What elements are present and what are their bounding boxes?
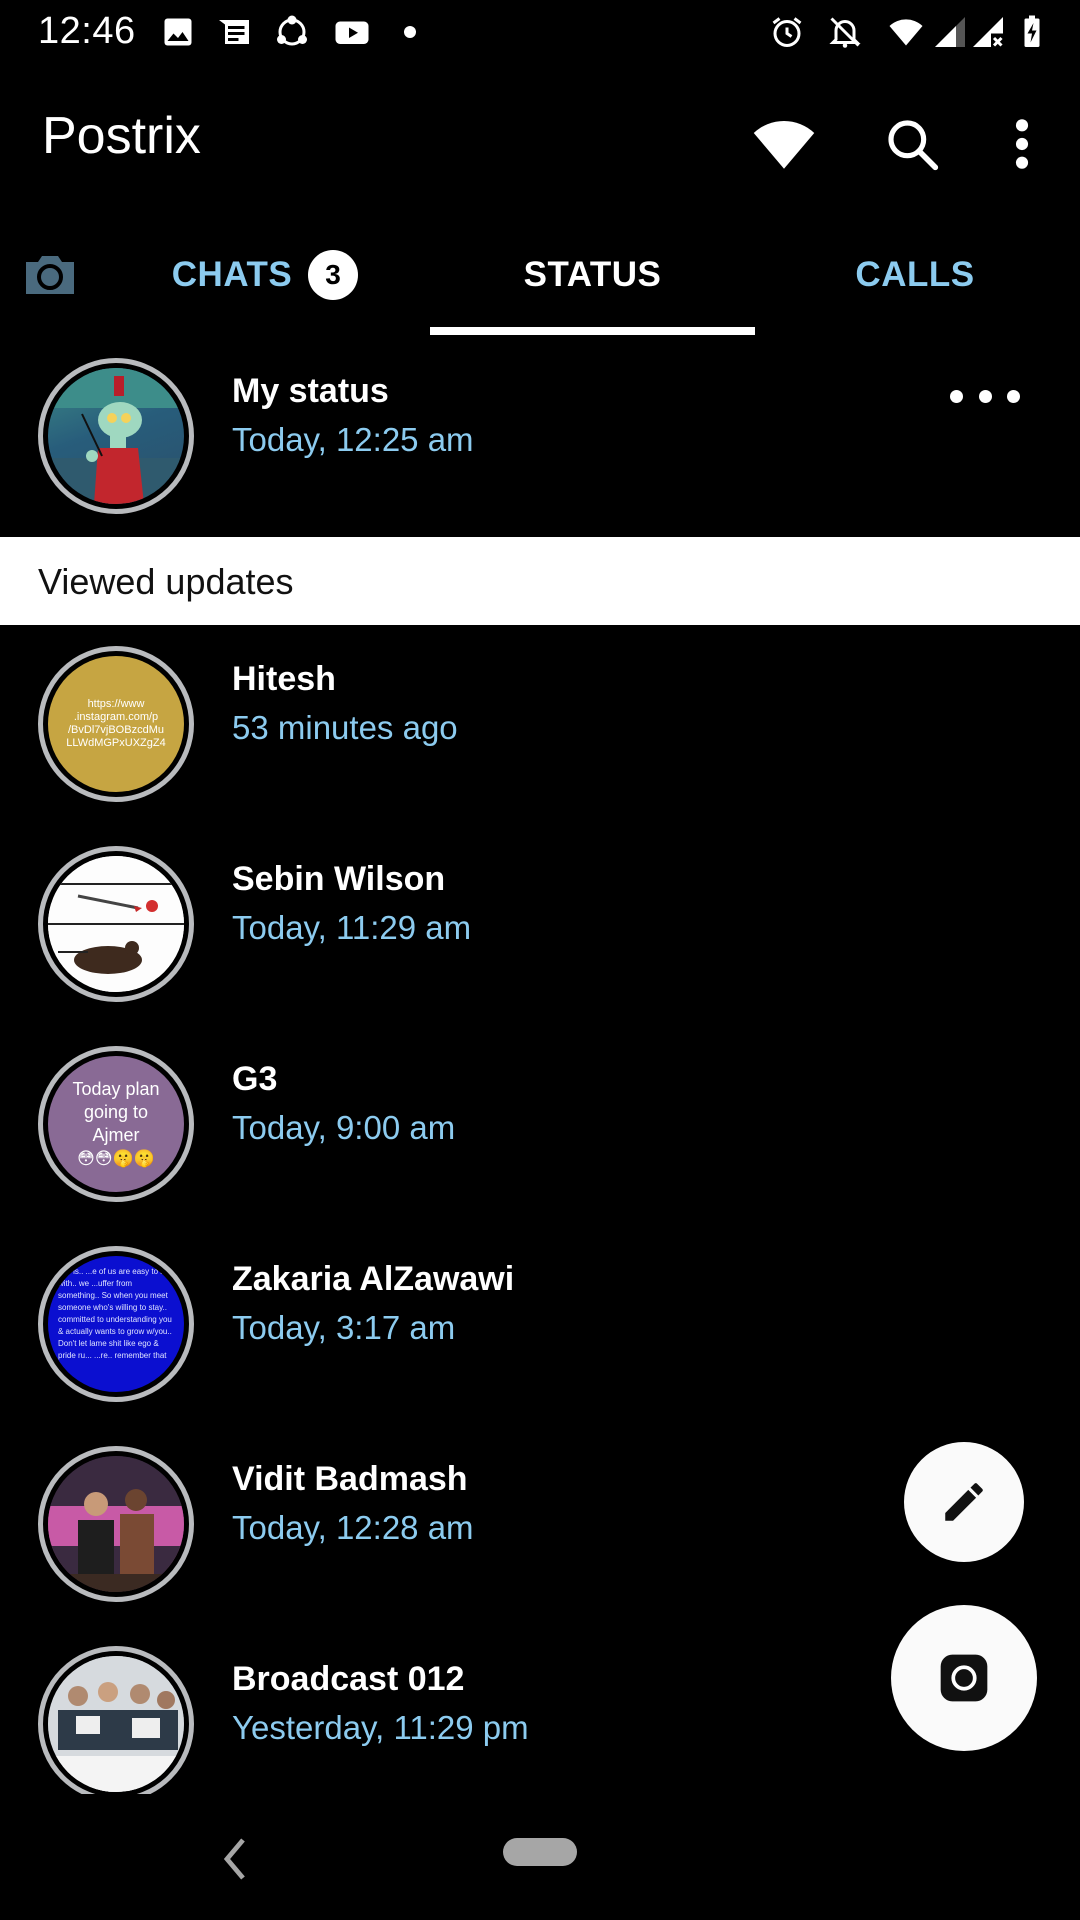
wifi-icon[interactable] [748,108,820,180]
avatar: https://www .instagram.com/p /BvDl7vjBOB… [38,646,194,802]
thumbnail-emoji: 😳😳🤫🤫 [77,1149,155,1168]
contact-name: Zakaria AlZawawi [232,1260,515,1298]
status-thumbnail [48,1656,184,1792]
contact-name: Vidit Badmash [232,1460,468,1498]
shareit-icon [274,14,310,50]
avatar: ...ty is.. ...e of us are easy to be wit… [38,1246,194,1402]
signal-icon [932,14,968,50]
wifi-icon [884,14,928,50]
contact-name: Hitesh [232,660,336,698]
camera-icon [940,1654,988,1702]
status-time: Today, 12:28 am [232,1509,474,1546]
unread-badge: 3 [308,250,359,300]
section-title: Viewed updates [38,561,294,602]
status-bar: 12:46 [0,0,1080,64]
signal-no-sim-icon [970,14,1006,50]
status-time: Today, 3:17 am [232,1309,456,1346]
avatar [38,1446,194,1602]
thumbnail-text: ...ty is.. ...e of us are easy to be wit… [58,1267,172,1360]
tab-chats-label: CHATS [171,255,293,294]
status-time: Today, 9:00 am [232,1109,456,1146]
app-title: Postrix [42,107,201,165]
status-time: Today, 11:29 am [232,909,472,946]
search-icon[interactable] [876,108,948,180]
messages-icon [216,14,252,50]
status-thumbnail: Today plan going to Ajmer 😳😳🤫🤫 [48,1056,184,1192]
alarm-icon [769,14,805,50]
more-horiz-icon[interactable] [950,376,1020,416]
status-thumbnail: ...ty is.. ...e of us are easy to be wit… [48,1256,184,1392]
my-status-time: Today, 12:25 am [232,421,474,458]
back-icon[interactable] [215,1834,255,1884]
status-thumbnail: https://www .instagram.com/p /BvDl7vjBOB… [48,656,184,792]
app-bar: Postrix [0,64,1080,214]
avatar [38,846,194,1002]
contact-name: Sebin Wilson [232,860,446,898]
navigation-bar [0,1794,1080,1920]
status-row[interactable]: ...ty is.. ...e of us are easy to be wit… [0,1206,1080,1406]
home-pill-icon[interactable] [503,1838,577,1866]
thumbnail-text: https://www .instagram.com/p /BvDl7vjBOB… [66,698,166,749]
contact-name: G3 [232,1060,278,1098]
avatar [38,1646,194,1794]
pencil-icon [945,1483,983,1521]
status-time: 12:46 [38,10,136,52]
thumbnail-text: Today plan going to Ajmer [72,1079,160,1145]
more-vert-icon[interactable] [986,108,1058,180]
notifications-off-icon [827,14,863,50]
avatar [38,358,194,514]
status-row[interactable]: Today plan going to Ajmer 😳😳🤫🤫 G3 Today,… [0,1006,1080,1206]
status-thumbnail [48,1456,184,1592]
contact-name: Broadcast 012 [232,1660,465,1698]
my-status-thumbnail [48,368,184,504]
my-status-row[interactable]: My status Today, 12:25 am [0,318,1080,518]
status-time: 53 minutes ago [232,709,458,746]
camera-tab-icon[interactable] [22,250,82,300]
battery-charging-icon [1014,14,1050,50]
tab-status-label: STATUS [523,255,662,294]
tab-calls-label: CALLS [855,255,975,294]
camera-status-button[interactable] [891,1605,1037,1751]
text-status-button[interactable] [904,1442,1024,1562]
status-row[interactable]: https://www .instagram.com/p /BvDl7vjBOB… [0,606,1080,806]
gallery-icon [160,14,196,50]
my-status-name: My status [232,372,389,410]
avatar: Today plan going to Ajmer 😳😳🤫🤫 [38,1046,194,1202]
dot-icon [392,14,428,50]
youtube-icon [334,14,370,50]
status-row[interactable]: Sebin Wilson Today, 11:29 am [0,806,1080,1006]
status-thumbnail [48,856,184,992]
status-time: Yesterday, 11:29 pm [232,1709,529,1746]
